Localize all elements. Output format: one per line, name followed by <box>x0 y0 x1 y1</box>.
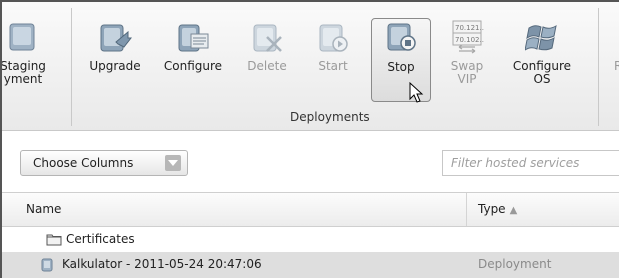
delete-icon <box>250 20 284 54</box>
app-window: Staging yment Upgrade Configure Delete S… <box>0 0 619 278</box>
filter-hosted-services-input[interactable] <box>443 151 619 175</box>
svg-text:70.102...: 70.102... <box>455 36 484 44</box>
windows-os-icon <box>524 20 559 54</box>
configure-button[interactable]: Configure <box>152 2 234 102</box>
chevron-down-icon <box>165 155 181 171</box>
deployment-icon <box>40 257 56 272</box>
configure-os-button[interactable]: Configure OS <box>502 2 582 102</box>
ribbon-group-label: Deployments <box>290 110 370 124</box>
row-type: Deployment <box>478 257 552 271</box>
choose-columns-label: Choose Columns <box>33 156 134 170</box>
grid-toolbar: Choose Columns <box>2 138 619 192</box>
row-name: Certificates <box>66 232 135 246</box>
table-row-selected[interactable]: Kalkulator - 2011-05-24 20:47:06 Deploym… <box>2 252 619 278</box>
filter-box <box>442 150 619 176</box>
partial-ribbon-button[interactable]: R <box>604 2 619 102</box>
delete-button[interactable]: Delete <box>236 2 298 102</box>
start-icon <box>316 20 350 54</box>
stop-icon <box>384 21 418 55</box>
folder-icon <box>46 232 62 246</box>
staging-deploy-icon <box>6 20 40 54</box>
ribbon-toolbar: Staging yment Upgrade Configure Delete S… <box>2 2 619 131</box>
column-header-name[interactable]: Name <box>26 202 61 216</box>
table-row[interactable]: Certificates <box>2 228 619 252</box>
start-button[interactable]: Start <box>302 2 364 102</box>
swap-vip-button[interactable]: 70.121... 70.102... Swap VIP <box>436 2 498 102</box>
row-name: Kalkulator - 2011-05-24 20:47:06 <box>62 257 262 271</box>
new-staging-deployment-button[interactable]: Staging yment <box>2 2 64 102</box>
ribbon-separator <box>598 8 599 126</box>
column-header-type[interactable]: Type ▲ <box>478 202 517 216</box>
svg-text:70.121...: 70.121... <box>455 24 484 32</box>
upgrade-button[interactable]: Upgrade <box>80 2 150 102</box>
column-divider <box>466 193 467 226</box>
mouse-pointer-icon <box>409 82 424 103</box>
sort-ascending-icon: ▲ <box>509 205 518 216</box>
choose-columns-button[interactable]: Choose Columns <box>20 150 188 176</box>
column-header-type-label: Type <box>478 202 506 216</box>
ribbon-separator <box>71 8 72 126</box>
swap-vip-icon: 70.121... 70.102... <box>450 20 486 54</box>
configure-icon <box>176 20 210 54</box>
partial-ribbon-icon <box>618 20 619 54</box>
upgrade-icon <box>98 20 133 54</box>
grid-header: Name Type ▲ <box>2 192 619 227</box>
